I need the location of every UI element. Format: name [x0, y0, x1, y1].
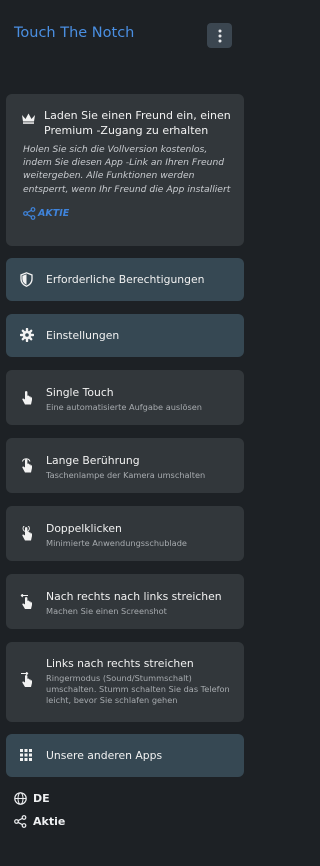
gear-icon: [20, 328, 34, 342]
promo-share-button[interactable]: AKTIE: [23, 207, 69, 220]
settings-button[interactable]: Einstellungen: [6, 314, 244, 357]
invite-friend-card: Laden Sie einen Freund ein, einen Premiu…: [6, 94, 244, 246]
permissions-button[interactable]: Erforderliche Berechtigungen: [6, 258, 244, 301]
gesture-subtitle: Eine automatisierte Aufgabe auslösen: [46, 402, 202, 412]
app-bar: Touch The Notch: [0, 0, 250, 64]
shield-icon: [20, 272, 33, 287]
more-vert-icon: [218, 29, 221, 42]
overflow-menu-button[interactable]: [207, 23, 232, 48]
gesture-subtitle: Taschenlampe der Kamera umschalten: [46, 470, 206, 480]
gesture-long-touch[interactable]: Lange Berührung Taschenlampe der Kamera …: [6, 438, 244, 493]
double-tap-icon: [22, 526, 32, 541]
tap-icon: [22, 391, 32, 405]
apps-grid-icon: [20, 749, 32, 761]
gesture-title: Lange Berührung: [46, 454, 140, 467]
other-apps-button[interactable]: Unsere anderen Apps: [6, 734, 244, 777]
promo-title: Laden Sie einen Freund ein, einen Premiu…: [44, 109, 231, 137]
gesture-subtitle: Ringermodus (Sound/Stummschalt) umschalt…: [46, 673, 230, 705]
crown-icon: [22, 113, 35, 124]
gesture-swipe-left-right[interactable]: Links nach rechts streichen Ringermodus …: [6, 642, 244, 722]
gesture-title: Doppelklicken: [46, 522, 122, 535]
language-label: DE: [33, 792, 50, 805]
language-selector[interactable]: DE: [14, 792, 50, 805]
share-icon: [23, 207, 36, 220]
promo-description: Holen Sie sich die Vollversion kostenlos…: [23, 144, 231, 195]
app-title: Touch The Notch: [14, 25, 135, 41]
share-icon: [14, 815, 27, 828]
gesture-single-touch[interactable]: Single Touch Eine automatisierte Aufgabe…: [6, 370, 244, 425]
share-app-button[interactable]: Aktie: [14, 815, 65, 828]
swipe-left-icon: [20, 594, 32, 609]
gesture-subtitle: Minimierte Anwendungsschublade: [46, 538, 187, 548]
gesture-title: Links nach rechts streichen: [46, 657, 194, 670]
gesture-title: Single Touch: [46, 386, 114, 399]
settings-label: Einstellungen: [46, 329, 120, 342]
gesture-swipe-right-left[interactable]: Nach rechts nach links streichen Machen …: [6, 574, 244, 629]
share-label: Aktie: [33, 815, 66, 828]
permissions-label: Erforderliche Berechtigungen: [46, 273, 205, 286]
gesture-subtitle: Machen Sie einen Screenshot: [46, 606, 167, 616]
long-press-icon: [21, 458, 32, 473]
globe-icon: [14, 792, 27, 805]
other-apps-label: Unsere anderen Apps: [46, 749, 163, 762]
gesture-double-click[interactable]: Doppelklicken Minimierte Anwendungsschub…: [6, 506, 244, 561]
promo-share-label: AKTIE: [38, 208, 70, 219]
swipe-right-icon: [21, 672, 32, 687]
gesture-title: Nach rechts nach links streichen: [46, 590, 222, 603]
